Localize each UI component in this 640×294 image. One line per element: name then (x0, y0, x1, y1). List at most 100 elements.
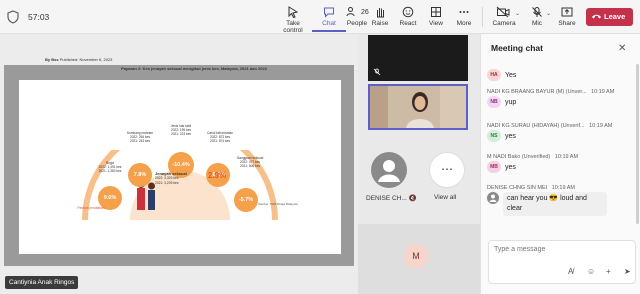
share-label: Share (558, 20, 576, 27)
message-text: can hear you 😎 loud and clear (503, 192, 607, 216)
message-time: 10:19 AM (551, 185, 575, 191)
chat-message-list[interactable]: HA Yes NADI KG BRAANG BAYUR (M) (Unver..… (481, 62, 640, 232)
leave-label: Leave (604, 12, 626, 21)
leave-button[interactable]: Leave (586, 8, 633, 26)
avatar: MB (487, 161, 501, 173)
message-time: 10:19 AM (591, 89, 615, 95)
chat-message: DENISE CHNG SIN MEI 10:19 AM can hear yo… (487, 185, 637, 216)
slide-item-detail: 2022: 1,491 kes 2021: 1,360 kes (98, 165, 122, 173)
person-icon (378, 160, 400, 182)
slide-item-detail: 2022: 264 kes 2021: 243 kes (129, 135, 151, 143)
composer-actions: A̸ ☺ + ➤ (564, 267, 634, 279)
slide-byline-date: Published: November 6, 2023 (59, 57, 113, 62)
message-time: 10:19 AM (589, 123, 613, 129)
slide-source: Sumber: PDB Diraja Malaysia (258, 202, 298, 206)
message-text: yes (505, 163, 516, 171)
camera-label: Camera (492, 20, 516, 27)
chat-scrollbar[interactable] (636, 64, 639, 224)
pointer-icon (288, 6, 299, 18)
chat-title: Meeting chat (491, 43, 543, 53)
presenter-name-label: Cantiynia Anak Ringos (5, 276, 79, 289)
view-all-button[interactable]: ⋯ (429, 152, 465, 188)
slide-item-luar-tabii: Jenis luar tabii 2022: 199 kes 2021: 223… (159, 124, 203, 136)
people-icon (346, 7, 355, 17)
send-icon[interactable]: ➤ (624, 267, 631, 276)
mic-off-icon: 🔇 (408, 195, 417, 202)
attach-plus-icon[interactable]: + (606, 267, 611, 276)
slide-pct-gangguan: -5.7% (234, 188, 258, 212)
message-sender: M NADI Bako (Unverified) (487, 154, 551, 160)
chat-message: M NADI Bako (Unverified) 10:19 AM MB yes (487, 154, 637, 173)
mic-button[interactable]: Mic (520, 4, 554, 32)
grid-view-icon (431, 7, 441, 17)
slide-pct-sumbang: 7.8% (128, 163, 152, 187)
chat-message: HA Yes (487, 68, 637, 81)
meeting-toolbar: 57:03 Take control Chat 26 People Raise … (0, 0, 640, 34)
meeting-chat-panel: Meeting chat ✕ HA Yes NADI KG BRAANG BAY… (480, 34, 640, 294)
slide-main-detail: 2022: 3,303 kes 2021: 3,209 kes (155, 176, 179, 185)
chat-message: NADI KG SURAU (HIDAYAH) (Unverif... 10:1… (487, 123, 637, 142)
slide-item-detail: 2022: 872 kes 2021: 874 kes (209, 135, 231, 143)
slide-change-tag: Peratus perubahan (77, 206, 105, 210)
chat-message: NADI KG BRAANG BAYUR (M) (Unver... 10:19… (487, 89, 637, 108)
message-text: yes (505, 132, 516, 140)
avatar (487, 192, 499, 204)
slide-item-sumbang: Sumbang mahram 2022: 264 kes 2021: 243 k… (118, 131, 162, 143)
camera-off-icon (496, 6, 510, 18)
message-time: 10:19 AM (554, 154, 579, 160)
avatar: NB (487, 96, 501, 108)
more-label: More (456, 20, 472, 27)
react-label: React (399, 20, 417, 27)
avatar: HA (487, 69, 501, 81)
slide-item-cabul: Cabul kehormatan 2022: 872 kes 2021: 874… (198, 131, 242, 143)
mic-label: Mic (531, 20, 543, 27)
message-text: yup (505, 98, 517, 106)
slide-item-gangguan: Gangguan seksual 2022: 477 kes 2021: 506… (228, 156, 272, 168)
emoji-icon[interactable]: ☺ (587, 267, 595, 276)
take-control-button[interactable]: Take control (276, 4, 310, 34)
slide-main-pct: 2.9% (208, 171, 227, 180)
hang-up-icon (592, 14, 601, 19)
self-avatar: M (403, 243, 429, 269)
message-text: Yes (505, 71, 517, 79)
message-meta: M NADI Bako (Unverified) 10:19 AM (487, 154, 637, 160)
message-sender: NADI KG BRAANG BAYUR (M) (Unver... (487, 89, 587, 95)
smiley-icon (402, 6, 414, 18)
avatar: NS (487, 130, 501, 142)
format-icon[interactable]: A̸ (568, 267, 573, 276)
message-sender: DENISE CHNG SIN MEI (487, 185, 548, 191)
meeting-timer: 57:03 (28, 12, 50, 22)
camera-button[interactable]: Camera (487, 4, 521, 32)
share-button[interactable]: Share (550, 4, 584, 32)
mic-off-icon (532, 7, 542, 17)
chat-composer: A̸ ☺ + ➤ (488, 240, 636, 284)
more-button[interactable]: More (447, 4, 481, 32)
view-label: View (429, 20, 443, 27)
mic-off-icon (373, 68, 381, 78)
hand-icon (377, 8, 384, 18)
chat-label: Chat (322, 20, 336, 27)
close-icon[interactable]: ✕ (618, 43, 626, 54)
slide-title: Paparan 2: Kes jenayah seksual mengikut … (121, 66, 267, 71)
slide-byline: By Bss Published: November 6, 2023 (45, 57, 112, 62)
self-video-tile[interactable]: M (358, 224, 480, 294)
take-control-label: Take control (283, 20, 303, 34)
slide-item-detail: 2022: 199 kes 2021: 223 kes (170, 128, 192, 136)
chat-icon (324, 7, 334, 18)
active-speaker-video-tile[interactable] (368, 84, 468, 130)
message-meta: NADI KG SURAU (HIDAYAH) (Unverif... 10:1… (487, 123, 637, 129)
more-dots-icon (459, 11, 469, 13)
message-meta: NADI KG BRAANG BAYUR (M) (Unver... 10:19… (487, 89, 637, 95)
more-dots-icon: ⋯ (441, 162, 453, 176)
chat-message-input[interactable] (494, 246, 630, 253)
toolbar-divider (482, 7, 483, 27)
participant-name-label: DENISE CH... 🔇 (366, 194, 417, 202)
participant-name: DENISE CH... (366, 195, 407, 202)
slide-item-rogol: Rogol 2022: 1,491 kes 2021: 1,360 kes (88, 161, 132, 173)
slide-byline-author: By Bss (45, 57, 59, 62)
avatar[interactable] (371, 152, 407, 188)
participant-video-tile[interactable] (368, 35, 468, 81)
share-screen-icon (561, 7, 573, 17)
person-icon (489, 194, 497, 202)
speaker-video-feed (370, 86, 466, 128)
